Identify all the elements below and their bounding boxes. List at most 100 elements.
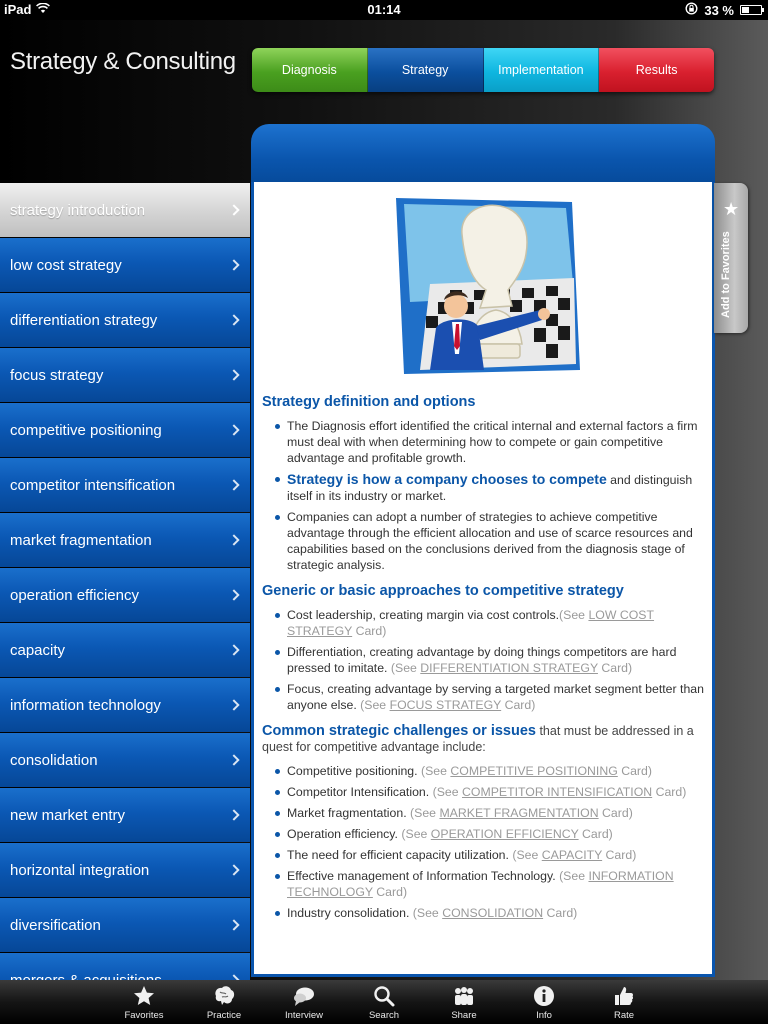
see-text: (See [360,698,390,712]
sidebar-item-competitive-positioning[interactable]: competitive positioning [0,403,250,457]
sidebar-item-diversification[interactable]: diversification [0,898,250,952]
sidebar-item-label: operation efficiency [10,586,139,604]
status-right: 33 % [685,2,764,18]
chevron-right-icon [228,699,240,711]
card-link-focus-strategy[interactable]: FOCUS STRATEGY [390,698,502,712]
tab-strategy[interactable]: Strategy [367,48,484,92]
bottom-tab-bar: Favorites Practice Interview Search Shar… [0,980,768,1024]
tabbar-favorites[interactable]: Favorites [104,980,184,1024]
list-item: The need for efficient capacity utilizat… [262,847,704,863]
sidebar-item-capacity[interactable]: capacity [0,623,250,677]
card-link-capacity[interactable]: CAPACITY [542,848,602,862]
tabbar-interview[interactable]: Interview [264,980,344,1024]
generic-approaches-list: Cost leadership, creating margin via cos… [262,607,704,713]
card-link-consolidation[interactable]: CONSOLIDATION [442,906,543,920]
sidebar-item-information-technology[interactable]: information technology [0,678,250,732]
card-suffix: Card) [617,764,652,778]
card-link-competitive-positioning[interactable]: COMPETITIVE POSITIONING [450,764,617,778]
sidebar-item-label: focus strategy [10,366,104,384]
card-suffix: Card) [352,624,387,638]
card-suffix: Card) [652,785,687,799]
bullet-text: Industry consolidation. [287,906,413,920]
content-panel-header [251,124,715,184]
chevron-right-icon [228,919,240,931]
section-challenges-title: Common strategic challenges or issues th… [262,723,704,755]
sidebar-item-strategy-introduction[interactable]: strategy introduction [0,183,250,237]
add-to-favorites-tab[interactable]: ★ Add to Favorites [714,183,748,333]
sidebar-item-mergers-acquisitions[interactable]: mergers & acquisitions [0,953,250,980]
list-item: Companies can adopt a number of strategi… [262,509,704,573]
sidebar-item-label: new market entry [10,806,126,824]
bullet-text: Cost leadership, creating margin via cos… [287,608,560,622]
sidebar-item-differentiation-strategy[interactable]: differentiation strategy [0,293,250,347]
bullet-text: The Diagnosis effort identified the crit… [287,419,698,465]
tab-diagnosis[interactable]: Diagnosis [252,48,368,92]
chevron-right-icon [228,259,240,271]
strategy-definition-list: The Diagnosis effort identified the crit… [262,418,704,573]
tabbar-info[interactable]: Info [504,980,584,1024]
content-panel[interactable]: Strategy definition and options The Diag… [251,182,715,977]
chevron-right-icon [228,754,240,766]
card-link-market-fragmentation[interactable]: MARKET FRAGMENTATION [439,806,598,820]
tabbar-label: Favorites [124,1010,164,1021]
content-body: Strategy definition and options The Diag… [254,182,712,921]
list-item: Focus, creating advantage by serving a t… [262,681,704,713]
list-item: Effective management of Information Tech… [262,868,704,900]
list-item: Industry consolidation. (See CONSOLIDATI… [262,905,704,921]
list-item: Operation efficiency. (See OPERATION EFF… [262,826,704,842]
people-icon [455,987,473,1005]
bullet-text: Competitor Intensification. [287,785,433,799]
see-text: (See [410,806,440,820]
tab-implementation[interactable]: Implementation [483,48,600,92]
sidebar-item-operation-efficiency[interactable]: operation efficiency [0,568,250,622]
bullet-text: Effective management of Information Tech… [287,869,560,883]
list-item: Differentiation, creating advantage by d… [262,644,704,676]
card-link-competitor-intensification[interactable]: COMPETITOR INTENSIFICATION [462,785,652,799]
tabbar-rate[interactable]: Rate [584,980,664,1024]
thumbs-up-icon [615,987,634,1005]
list-item: Cost leadership, creating margin via cos… [262,607,704,639]
tabbar-label: Interview [284,1010,323,1021]
highlight-text: Strategy is how a company chooses to com… [287,471,607,487]
sidebar-item-consolidation[interactable]: consolidation [0,733,250,787]
card-suffix: Card) [543,906,578,920]
sidebar-item-label: consolidation [10,751,98,769]
sidebar-item-label: mergers & acquisitions [10,971,162,981]
section-generic-approaches-title: Generic or basic approaches to competiti… [262,583,624,599]
battery-percent: 33 % [704,2,734,18]
topic-sidebar: strategy introduction low cost strategy … [0,183,250,980]
see-text: (See [412,906,443,920]
card-suffix: Card) [578,827,613,841]
bullet-text: Market fragmentation. [287,806,411,820]
add-to-favorites-label: Add to Favorites [720,231,732,318]
card-link-operation-efficiency[interactable]: OPERATION EFFICIENCY [431,827,579,841]
card-suffix: Card) [501,698,536,712]
app-title: Strategy & Consulting [10,48,236,75]
tabbar-search[interactable]: Search [344,980,424,1024]
bullet-text: Companies can adopt a number of strategi… [287,510,693,572]
sidebar-item-horizontal-integration[interactable]: horizontal integration [0,843,250,897]
sidebar-item-focus-strategy[interactable]: focus strategy [0,348,250,402]
sidebar-item-label: diversification [10,916,101,934]
sidebar-item-label: competitor intensification [10,476,176,494]
tabbar-practice[interactable]: Practice [184,980,264,1024]
tab-results[interactable]: Results [599,48,714,92]
challenges-title-highlight: Common strategic challenges or issues [262,723,536,739]
bullet-text: The need for efficient capacity utilizat… [287,848,513,862]
search-icon [374,986,395,1007]
chevron-right-icon [228,479,240,491]
star-icon: ★ [723,199,740,220]
info-icon [534,986,554,1006]
sidebar-item-low-cost-strategy[interactable]: low cost strategy [0,238,250,292]
challenges-list: Competitive positioning. (See COMPETITIV… [262,763,704,921]
sidebar-item-new-market-entry[interactable]: new market entry [0,788,250,842]
tabbar-label: Share [451,1010,477,1021]
sidebar-item-competitor-intensification[interactable]: competitor intensification [0,458,250,512]
card-link-differentiation-strategy[interactable]: DIFFERENTIATION STRATEGY [420,661,598,675]
sidebar-item-label: horizontal integration [10,861,150,879]
phase-tabs: Diagnosis Strategy Implementation Result… [252,48,714,92]
tabbar-share[interactable]: Share [424,980,504,1024]
sidebar-item-market-fragmentation[interactable]: market fragmentation [0,513,250,567]
chevron-right-icon [228,864,240,876]
rotation-lock-icon [685,2,698,18]
